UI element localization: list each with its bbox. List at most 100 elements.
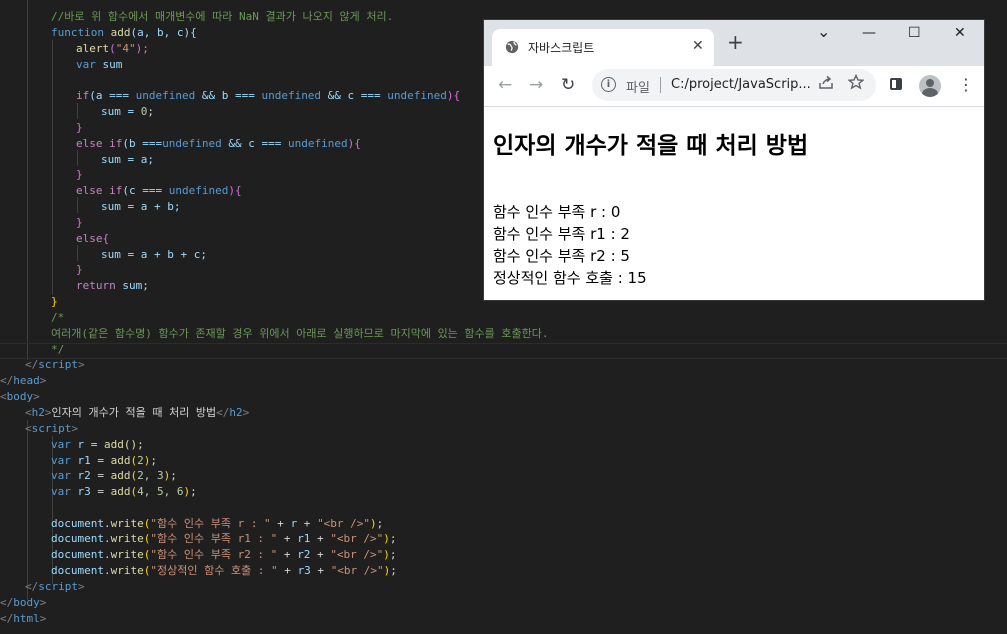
- code-comment: 여러개(같은 함수명) 함수가 존재할 경우 위에서 아래로 실행하므로 마지막…: [51, 327, 549, 340]
- forward-button[interactable]: →: [529, 75, 543, 95]
- indent-guide: [27, 420, 28, 600]
- code-line[interactable]: </script>: [25, 579, 85, 595]
- keyword: undefined: [135, 89, 196, 102]
- back-button[interactable]: ←: [498, 75, 512, 95]
- indent-guide: [27, 0, 28, 360]
- function-call: add: [110, 454, 131, 467]
- close-tab-icon[interactable]: ✕: [692, 38, 704, 54]
- indent-guide: [77, 245, 78, 261]
- variable: document: [51, 517, 104, 530]
- code-line[interactable]: sum = a;: [101, 152, 154, 168]
- code-comment: */: [51, 343, 65, 356]
- browser-window: 자바스크립트 ✕ + ⌄ — ☐ ✕ ← → ↻ i 파일 C:/project…: [484, 20, 984, 300]
- new-tab-button[interactable]: +: [727, 32, 744, 52]
- code-token: sum;: [115, 279, 149, 292]
- code-token: && c ===: [221, 137, 288, 150]
- code-line[interactable]: */: [51, 342, 64, 358]
- function-call: add();: [104, 438, 144, 451]
- divider: [660, 77, 661, 93]
- code-line[interactable]: var r1 = add(2);: [51, 453, 157, 469]
- variable: sum: [102, 58, 123, 71]
- code-line[interactable]: var r3 = add(4, 5, 6);: [51, 484, 197, 500]
- keyword: var: [76, 58, 96, 71]
- code-line[interactable]: }: [76, 262, 83, 278]
- code-line[interactable]: var sum: [76, 57, 122, 73]
- code-line[interactable]: document.write("함수 인수 부족 r : " + r + "<b…: [51, 516, 383, 532]
- code-line[interactable]: var r2 = add(2, 3);: [51, 468, 177, 484]
- string-literal: "함수 인수 부족 r : ": [150, 517, 271, 530]
- code-line[interactable]: /*: [51, 310, 64, 326]
- string-literal: "4": [115, 42, 136, 55]
- code-line[interactable]: else if(b ===undefined && c === undefine…: [76, 136, 361, 152]
- code-line[interactable]: return sum;: [76, 278, 149, 294]
- maximize-button[interactable]: ☐: [908, 25, 921, 41]
- code-line[interactable]: 여러개(같은 함수명) 함수가 존재할 경우 위에서 아래로 실행하므로 마지막…: [51, 326, 549, 342]
- url-text[interactable]: C:/project/JavaScrip...: [671, 77, 811, 92]
- bookmark-star-icon[interactable]: [848, 74, 864, 90]
- code-line[interactable]: document.write("함수 인수 부족 r1 : " + r1 + "…: [51, 531, 397, 547]
- code-line[interactable]: function add(a, b, c){: [51, 25, 197, 41]
- code-line[interactable]: }: [76, 215, 83, 231]
- keyword: if: [109, 184, 123, 197]
- profile-avatar-icon[interactable]: [919, 75, 941, 97]
- code-line[interactable]: alert("4");: [76, 41, 149, 57]
- indent-guide: [77, 197, 78, 213]
- share-icon[interactable]: [818, 75, 834, 91]
- variable: r2: [297, 548, 311, 561]
- side-panel-icon[interactable]: [890, 78, 902, 90]
- minimize-button[interactable]: —: [862, 25, 876, 41]
- code-line[interactable]: document.write("정상적인 함수 호출 : " + r3 + "<…: [51, 563, 397, 579]
- tab-strip: 자바스크립트 ✕ + ⌄ — ☐ ✕: [484, 20, 984, 66]
- code-line[interactable]: else{: [76, 231, 109, 247]
- code-line[interactable]: sum = 0;: [101, 104, 154, 120]
- variable: r1: [297, 532, 311, 545]
- variable: document: [51, 532, 104, 545]
- reload-button[interactable]: ↻: [561, 75, 575, 95]
- code-line[interactable]: //바로 위 함수에서 매개변수에 따라 NaN 결과가 나오지 않게 처리.: [51, 9, 393, 25]
- tab-search-icon[interactable]: ⌄: [817, 22, 830, 41]
- html-tag: body: [13, 596, 40, 609]
- keyword: return: [76, 279, 116, 292]
- string-literal: "정상적인 함수 호출 : ": [150, 564, 278, 577]
- variable: r3: [77, 485, 91, 498]
- keyword: var: [51, 438, 71, 451]
- function-call: write: [110, 517, 144, 530]
- code-line[interactable]: </html>: [0, 611, 46, 627]
- code-line[interactable]: if(a === undefined && b === undefined &&…: [76, 88, 460, 104]
- code-line[interactable]: <body>: [0, 389, 40, 405]
- code-line[interactable]: }: [76, 120, 83, 136]
- code-line[interactable]: }: [76, 167, 83, 183]
- code-line[interactable]: <h2>인자의 개수가 적을 때 처리 방법</h2>: [25, 405, 249, 421]
- indent-guide: [52, 40, 53, 295]
- code-line[interactable]: else if(c === undefined){: [76, 183, 242, 199]
- code-line[interactable]: sum = a + b;: [101, 199, 180, 215]
- code-token: (a ===: [89, 89, 136, 102]
- code-token: && b ===: [195, 89, 262, 102]
- browser-tab[interactable]: 자바스크립트 ✕: [492, 29, 714, 66]
- address-bar[interactable]: i 파일 C:/project/JavaScrip...: [592, 69, 876, 101]
- code-line[interactable]: document.write("함수 인수 부족 r2 : " + r2 + "…: [51, 547, 397, 563]
- html-tag: script: [38, 580, 78, 593]
- more-menu-icon[interactable]: ⋮: [958, 75, 974, 95]
- page-heading: 인자의 개수가 적을 때 처리 방법: [493, 133, 809, 159]
- string-literal: "<br />": [330, 548, 384, 561]
- variable: r3: [297, 564, 311, 577]
- code-token: && c ===: [321, 89, 388, 102]
- code-line[interactable]: </body>: [0, 595, 46, 611]
- code-line[interactable]: <script>: [25, 421, 78, 437]
- html-tag: script: [31, 422, 72, 435]
- code-line[interactable]: }: [51, 294, 58, 310]
- code-token: (b ===: [122, 137, 163, 150]
- code-text: 인자의 개수가 적을 때 처리 방법: [51, 406, 217, 419]
- close-window-button[interactable]: ✕: [954, 25, 966, 41]
- info-icon[interactable]: i: [601, 77, 616, 92]
- string-literal: "<br />": [330, 564, 384, 577]
- code-line[interactable]: sum = a + b + c;: [101, 247, 207, 263]
- variable: r: [77, 438, 85, 451]
- function-call: write: [110, 548, 144, 561]
- code-line[interactable]: var r = add();: [51, 437, 144, 453]
- string-literal: "<br />": [317, 517, 371, 530]
- keyword: if: [109, 137, 123, 150]
- code-line[interactable]: </script>: [25, 357, 85, 373]
- code-line[interactable]: </head>: [0, 373, 46, 389]
